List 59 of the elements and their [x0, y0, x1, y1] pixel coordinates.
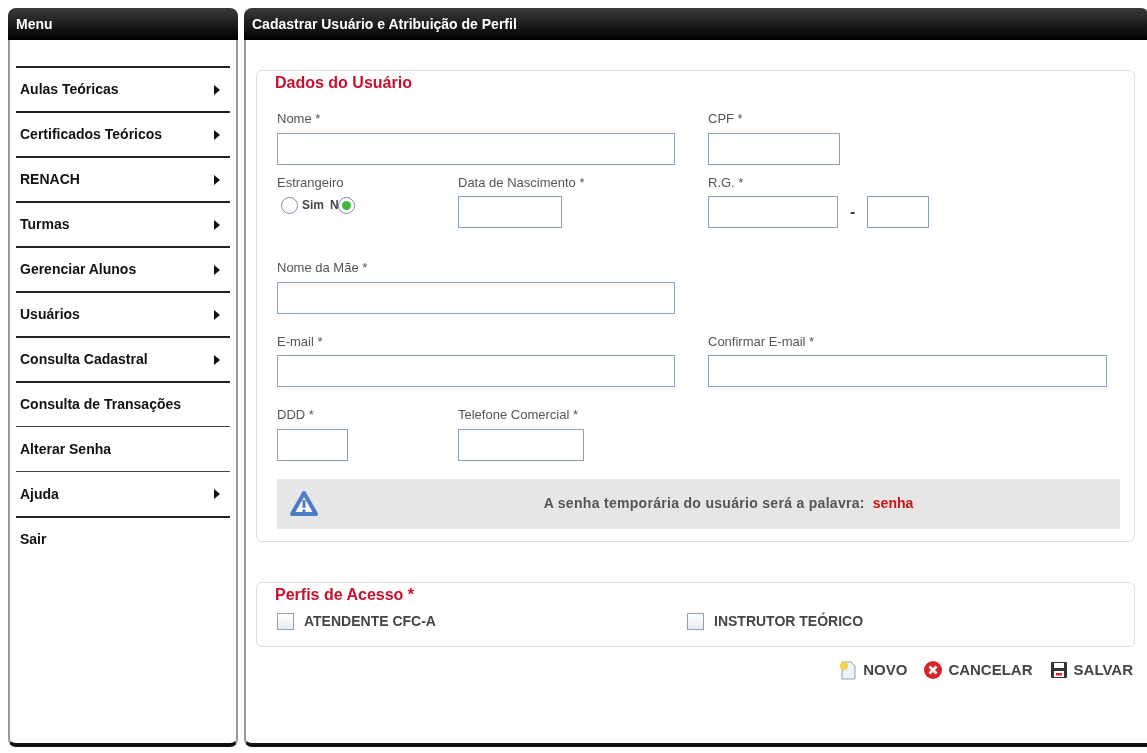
field-label: Estrangeiro — [277, 173, 345, 192]
caret-icon — [214, 174, 220, 185]
menu-item[interactable]: Usuários — [16, 291, 230, 336]
input-field[interactable] — [458, 196, 562, 228]
checkbox[interactable] — [687, 612, 704, 630]
input-field[interactable] — [708, 132, 840, 165]
input-field[interactable] — [277, 132, 675, 165]
checkbox-label: INSTRUTOR TEÓRICO — [714, 611, 864, 631]
input-field[interactable] — [277, 355, 675, 387]
field-label: DDD * — [277, 406, 315, 424]
checkbox-label: ATENDENTE CFC-A — [304, 611, 436, 631]
caret-icon — [214, 219, 220, 230]
caret-icon — [214, 264, 220, 275]
caret-icon — [214, 309, 220, 320]
input-field[interactable] — [867, 196, 930, 228]
field-label: Confirmar E-mail * — [708, 332, 816, 351]
notice-text: A senha temporária do usuário será a palavra: — [543, 494, 865, 513]
field-label: Nome * — [277, 110, 322, 128]
input-field[interactable] — [277, 428, 348, 461]
menu-item[interactable]: Consulta Cadastral — [16, 336, 230, 381]
radio-button[interactable] — [337, 196, 355, 214]
password-keyword: senha — [872, 494, 914, 513]
radio-label: N — [330, 197, 339, 214]
input-field[interactable] — [708, 355, 1107, 387]
separator-text: - — [850, 202, 856, 222]
field-label: Data de Nascimento * — [458, 173, 586, 192]
action-button[interactable]: CANCELAR — [923, 658, 1033, 681]
radio-label: Sim — [302, 197, 324, 214]
input-field[interactable] — [708, 196, 838, 228]
field-label: Nome da Mãe * — [277, 259, 369, 277]
input-field[interactable] — [277, 281, 675, 314]
menu-item[interactable]: Consulta de Transações — [16, 381, 230, 426]
menu-item[interactable]: Certificados Teóricos — [16, 111, 230, 156]
save-icon — [1048, 659, 1069, 680]
field-label: R.G. * — [708, 173, 745, 192]
field-label: CPF * — [708, 110, 744, 128]
action-button[interactable]: SALVAR — [1048, 658, 1133, 681]
menu-item[interactable]: Turmas — [16, 201, 230, 246]
checkbox[interactable] — [277, 612, 294, 630]
menu-title: Menu — [8, 8, 238, 40]
menu-item[interactable]: Ajuda — [16, 471, 230, 516]
menu-item[interactable]: RENACH — [16, 156, 230, 201]
field-label: E-mail * — [277, 332, 324, 351]
menu-item[interactable]: Gerenciar Alunos — [16, 246, 230, 291]
menu-item[interactable]: Sair — [16, 516, 230, 561]
caret-icon — [214, 354, 220, 365]
caret-icon — [214, 84, 220, 95]
caret-icon — [214, 129, 220, 140]
cancel-icon — [923, 659, 944, 680]
document-icon — [838, 659, 859, 680]
menu-item[interactable]: Alterar Senha — [16, 426, 230, 471]
warning-icon — [289, 489, 319, 518]
caret-icon — [214, 489, 220, 499]
radio-button[interactable] — [281, 196, 298, 214]
action-button[interactable]: NOVO — [838, 658, 908, 681]
field-label: Telefone Comercial * — [458, 406, 579, 424]
input-field[interactable] — [458, 428, 584, 461]
menu-item[interactable]: Aulas Teóricas — [16, 66, 230, 111]
page-title: Cadastrar Usuário e Atribuição de Perfil — [244, 8, 1147, 40]
